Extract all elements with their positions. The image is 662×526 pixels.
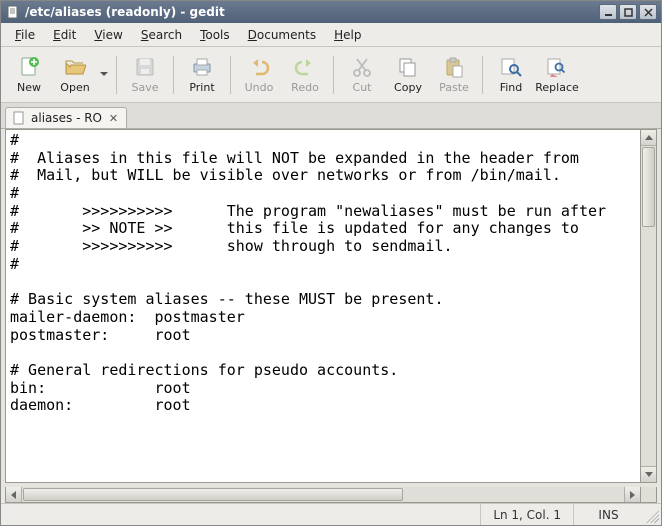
- menu-documents[interactable]: Documents: [240, 26, 324, 44]
- new-button[interactable]: New: [7, 51, 51, 99]
- toolbar-separator: [173, 56, 174, 94]
- scroll-right-button[interactable]: [624, 487, 640, 502]
- save-button: Save: [123, 51, 167, 99]
- minimize-button[interactable]: [599, 4, 617, 20]
- replace-label: Replace: [535, 81, 579, 94]
- menu-edit[interactable]: Edit: [45, 26, 84, 44]
- resize-grip[interactable]: [643, 507, 659, 523]
- maximize-button[interactable]: [619, 4, 637, 20]
- redo-label: Redo: [291, 81, 319, 94]
- menu-search[interactable]: Search: [133, 26, 190, 44]
- cursor-position: Ln 1, Col. 1: [480, 504, 573, 525]
- undo-label: Undo: [245, 81, 274, 94]
- redo-button: Redo: [283, 51, 327, 99]
- replace-button[interactable]: Replace: [535, 51, 579, 99]
- insert-mode: INS: [573, 504, 643, 525]
- print-icon: [190, 55, 214, 79]
- scroll-thumb-vertical[interactable]: [642, 147, 655, 227]
- copy-button[interactable]: Copy: [386, 51, 430, 99]
- paste-label: Paste: [439, 81, 469, 94]
- window-title: /etc/aliases (readonly) - gedit: [25, 5, 599, 19]
- copy-label: Copy: [394, 81, 422, 94]
- tab-close-button[interactable]: ✕: [107, 112, 120, 125]
- print-button[interactable]: Print: [180, 51, 224, 99]
- menu-file[interactable]: File: [7, 26, 43, 44]
- new-icon: [17, 55, 41, 79]
- tab-aliases[interactable]: aliases - RO ✕: [5, 107, 127, 128]
- undo-icon: [247, 55, 271, 79]
- horizontal-scrollbar[interactable]: [5, 487, 641, 503]
- toolbar-separator: [116, 56, 117, 94]
- tab-label: aliases - RO: [31, 111, 102, 125]
- open-dropdown[interactable]: [97, 51, 110, 99]
- toolbar-separator: [333, 56, 334, 94]
- cut-button: Cut: [340, 51, 384, 99]
- statusbar: Ln 1, Col. 1 INS: [1, 503, 661, 525]
- undo-button: Undo: [237, 51, 281, 99]
- toolbar-separator: [230, 56, 231, 94]
- save-icon: [133, 55, 157, 79]
- redo-icon: [293, 55, 317, 79]
- paste-icon: [442, 55, 466, 79]
- replace-icon: [545, 55, 569, 79]
- document-icon: [12, 111, 26, 125]
- menubar: File Edit View Search Tools Documents He…: [1, 23, 661, 47]
- toolbar-separator: [482, 56, 483, 94]
- cut-label: Cut: [353, 81, 372, 94]
- find-button[interactable]: Find: [489, 51, 533, 99]
- save-label: Save: [131, 81, 158, 94]
- scroll-left-button[interactable]: [6, 487, 22, 502]
- paste-button: Paste: [432, 51, 476, 99]
- editor-area: # # Aliases in this file will NOT be exp…: [1, 129, 661, 487]
- vertical-scrollbar[interactable]: [641, 129, 657, 483]
- menu-help[interactable]: Help: [326, 26, 369, 44]
- toolbar: New Open Save Print Undo Redo Cut Copy P…: [1, 47, 661, 103]
- print-label: Print: [189, 81, 214, 94]
- find-icon: [499, 55, 523, 79]
- menu-tools[interactable]: Tools: [192, 26, 238, 44]
- titlebar: /etc/aliases (readonly) - gedit: [1, 1, 661, 23]
- open-label: Open: [60, 81, 89, 94]
- cut-icon: [350, 55, 374, 79]
- find-label: Find: [500, 81, 523, 94]
- scrollbar-corner: [641, 487, 657, 503]
- app-icon: [5, 4, 21, 20]
- copy-icon: [396, 55, 420, 79]
- menu-view[interactable]: View: [86, 26, 130, 44]
- open-icon: [63, 55, 87, 79]
- scroll-down-button[interactable]: [641, 466, 656, 482]
- scroll-thumb-horizontal[interactable]: [23, 488, 403, 501]
- text-editor[interactable]: # # Aliases in this file will NOT be exp…: [5, 129, 641, 483]
- new-label: New: [17, 81, 41, 94]
- close-button[interactable]: [639, 4, 657, 20]
- scroll-up-button[interactable]: [641, 130, 656, 146]
- open-button[interactable]: Open: [53, 51, 97, 99]
- tabbar: aliases - RO ✕: [1, 103, 661, 129]
